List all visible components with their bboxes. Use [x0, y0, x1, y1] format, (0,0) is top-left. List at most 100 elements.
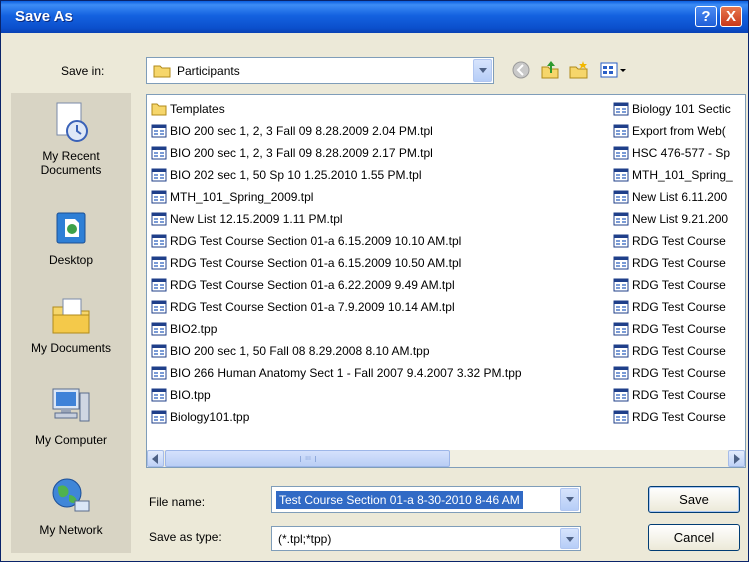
file-name: New List 9.21.200: [632, 211, 729, 226]
file-icon: [613, 366, 629, 380]
file-item[interactable]: RDG Test Course: [613, 384, 743, 404]
place-desktop[interactable]: Desktop: [11, 211, 131, 267]
file-name-value[interactable]: Test Course Section 01-a 8-30-2010 8-46 …: [276, 491, 523, 509]
file-icon: [151, 366, 167, 380]
file-name: RDG Test Course: [632, 233, 726, 248]
file-name: BIO 266 Human Anatomy Sect 1 - Fall 2007…: [170, 365, 522, 380]
file-name: RDG Test Course: [632, 299, 726, 314]
file-icon: [151, 146, 167, 160]
chevron-down-icon[interactable]: [560, 528, 579, 549]
file-item[interactable]: MTH_101_Spring_: [613, 164, 743, 184]
save-in-label: Save in:: [61, 64, 105, 78]
file-icon: [151, 168, 167, 182]
file-item[interactable]: BIO 200 sec 1, 2, 3 Fall 09 8.28.2009 2.…: [151, 120, 611, 140]
file-icon: [613, 300, 629, 314]
chevron-down-icon[interactable]: [473, 59, 492, 82]
file-item[interactable]: New List 6.11.200: [613, 186, 743, 206]
file-item[interactable]: Biology 101 Sectic: [613, 98, 743, 118]
save-as-type-value: (*.tpl;*tpp): [278, 532, 332, 546]
file-item[interactable]: MTH_101_Spring_2009.tpl: [151, 186, 611, 206]
file-item[interactable]: BIO 202 sec 1, 50 Sp 10 1.25.2010 1.55 P…: [151, 164, 611, 184]
file-icon: [151, 278, 167, 292]
file-item[interactable]: RDG Test Course Section 01-a 7.9.2009 10…: [151, 296, 611, 316]
file-item[interactable]: BIO 266 Human Anatomy Sect 1 - Fall 2007…: [151, 362, 611, 382]
file-item[interactable]: BIO 200 sec 1, 2, 3 Fall 09 8.28.2009 2.…: [151, 142, 611, 162]
file-icon: [151, 388, 167, 402]
file-item[interactable]: New List 12.15.2009 1.11 PM.tpl: [151, 208, 611, 228]
file-item[interactable]: RDG Test Course: [613, 230, 743, 250]
up-folder-icon[interactable]: [539, 59, 561, 81]
file-name: RDG Test Course: [632, 277, 726, 292]
file-item[interactable]: HSC 476-577 - Sp: [613, 142, 743, 162]
file-item[interactable]: RDG Test Course: [613, 362, 743, 382]
file-name: RDG Test Course Section 01-a 7.9.2009 10…: [170, 299, 455, 314]
file-item[interactable]: BIO 200 sec 1, 50 Fall 08 8.29.2008 8.10…: [151, 340, 611, 360]
folder-item[interactable]: Templates: [151, 98, 611, 118]
place-my-documents[interactable]: My Documents: [11, 293, 131, 355]
file-icon: [613, 410, 629, 424]
file-icon: [151, 212, 167, 226]
horizontal-scrollbar[interactable]: III: [147, 450, 745, 467]
save-in-dropdown[interactable]: Participants: [146, 57, 494, 84]
desktop-icon: [56, 212, 86, 244]
scroll-right-button[interactable]: [728, 450, 745, 467]
file-name: MTH_101_Spring_2009.tpl: [170, 189, 314, 204]
chevron-down-icon[interactable]: [560, 488, 579, 511]
file-icon: [613, 124, 629, 138]
save-button[interactable]: Save: [648, 486, 740, 513]
scroll-left-button[interactable]: [147, 450, 164, 467]
help-button[interactable]: ?: [695, 6, 717, 27]
place-label: Desktop: [48, 253, 94, 267]
file-item[interactable]: RDG Test Course: [613, 296, 743, 316]
file-name: MTH_101_Spring_: [632, 167, 733, 182]
file-item[interactable]: RDG Test Course: [613, 318, 743, 338]
new-folder-icon[interactable]: [568, 59, 590, 81]
file-item[interactable]: RDG Test Course Section 01-a 6.15.2009 1…: [151, 230, 611, 250]
file-item[interactable]: RDG Test Course Section 01-a 6.15.2009 1…: [151, 252, 611, 272]
place-my-computer[interactable]: My Computer: [11, 385, 131, 447]
place-label: My Network: [39, 523, 103, 537]
back-icon[interactable]: [510, 59, 532, 81]
file-name: RDG Test Course: [632, 255, 726, 270]
views-menu-icon[interactable]: [599, 59, 629, 81]
place-recent-documents[interactable]: My Recent Documents: [11, 101, 131, 177]
file-name-input[interactable]: Test Course Section 01-a 8-30-2010 8-46 …: [271, 486, 581, 513]
cancel-button[interactable]: Cancel: [648, 524, 740, 551]
file-name: HSC 476-577 - Sp: [632, 145, 731, 160]
scrollbar-thumb[interactable]: III: [165, 450, 450, 467]
file-item[interactable]: New List 9.21.200: [613, 208, 743, 228]
place-my-network[interactable]: My Network: [11, 475, 131, 537]
file-icon: [613, 278, 629, 292]
folder-icon: [151, 103, 167, 116]
file-item[interactable]: RDG Test Course: [613, 340, 743, 360]
file-name: Biology 101 Sectic: [632, 101, 731, 116]
file-name: RDG Test Course: [632, 343, 726, 358]
title-bar[interactable]: Save As ? X: [1, 1, 748, 33]
save-as-dialog: Save As ? X Save in: Participants My Rec…: [0, 0, 749, 562]
file-name-label: File name:: [149, 495, 206, 509]
file-item[interactable]: RDG Test Course Section 01-a 6.22.2009 9…: [151, 274, 611, 294]
file-item[interactable]: BIO2.tpp: [151, 318, 611, 338]
file-icon: [613, 256, 629, 270]
file-icon: [613, 102, 629, 116]
file-icon: [613, 344, 629, 358]
file-item[interactable]: RDG Test Course: [613, 406, 743, 426]
file-item[interactable]: BIO.tpp: [151, 384, 611, 404]
file-item[interactable]: Biology101.tpp: [151, 406, 611, 426]
file-item[interactable]: RDG Test Course: [613, 274, 743, 294]
file-icon: [613, 146, 629, 160]
scrollbar-grip: III: [300, 456, 316, 462]
file-list[interactable]: Templates BIO 200 sec 1, 2, 3 Fall 09 8.2…: [146, 94, 746, 468]
file-name: Export from Web(: [632, 123, 726, 138]
close-button[interactable]: X: [720, 6, 742, 27]
file-name: RDG Test Course: [632, 321, 726, 336]
file-item[interactable]: RDG Test Course: [613, 252, 743, 272]
file-icon: [613, 212, 629, 226]
place-label: My Recent Documents: [40, 149, 102, 177]
file-icon: [613, 234, 629, 248]
folder-icon: [153, 65, 171, 78]
recent-documents-icon: [56, 102, 88, 142]
file-item[interactable]: Export from Web(: [613, 120, 743, 140]
file-icon: [151, 234, 167, 248]
save-as-type-dropdown[interactable]: (*.tpl;*tpp): [271, 526, 581, 551]
